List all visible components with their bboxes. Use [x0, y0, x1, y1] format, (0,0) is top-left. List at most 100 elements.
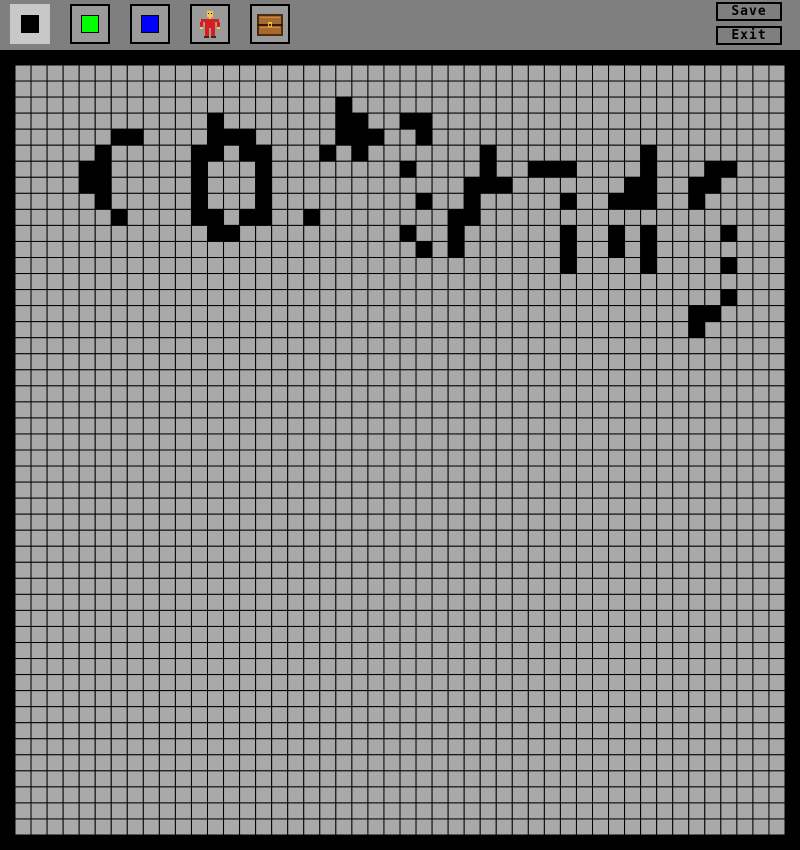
grid-cell[interactable]	[190, 80, 208, 98]
grid-cell[interactable]	[656, 257, 674, 275]
grid-cell[interactable]	[672, 465, 690, 483]
grid-cell[interactable]	[78, 273, 96, 291]
grid-cell[interactable]	[319, 674, 337, 692]
grid-cell-filled[interactable]	[640, 192, 658, 210]
grid-cell[interactable]	[447, 481, 465, 499]
grid-cell[interactable]	[142, 706, 160, 724]
grid-cell[interactable]	[752, 658, 770, 676]
grid-cell[interactable]	[704, 577, 722, 595]
grid-cell[interactable]	[110, 625, 128, 644]
grid-cell[interactable]	[303, 593, 321, 611]
grid-cell[interactable]	[704, 722, 722, 740]
grid-cell[interactable]	[319, 465, 337, 483]
grid-cell[interactable]	[624, 593, 642, 611]
grid-cell[interactable]	[174, 449, 192, 467]
grid-cell[interactable]	[190, 65, 208, 82]
grid-cell-filled[interactable]	[255, 144, 273, 162]
grid-cell[interactable]	[399, 353, 417, 371]
grid-cell[interactable]	[142, 481, 160, 499]
grid-cell[interactable]	[399, 401, 417, 419]
grid-cell[interactable]	[287, 577, 305, 595]
grid-cell[interactable]	[271, 690, 289, 708]
grid-cell[interactable]	[207, 337, 225, 355]
grid-cell[interactable]	[239, 802, 257, 820]
grid-cell[interactable]	[431, 112, 449, 130]
grid-cell[interactable]	[46, 561, 64, 579]
grid-cell[interactable]	[142, 802, 160, 820]
grid-cell[interactable]	[30, 257, 48, 275]
grid-cell[interactable]	[688, 497, 706, 515]
grid-cell[interactable]	[303, 802, 321, 820]
grid-cell[interactable]	[239, 337, 257, 355]
grid-cell[interactable]	[223, 818, 241, 835]
grid-cell[interactable]	[271, 337, 289, 355]
grid-cell[interactable]	[511, 642, 529, 660]
grid-cell[interactable]	[142, 144, 160, 162]
grid-cell[interactable]	[704, 192, 722, 210]
grid-cell[interactable]	[575, 401, 594, 419]
grid-cell[interactable]	[319, 593, 337, 611]
grid-cell[interactable]	[78, 642, 96, 660]
grid-cell[interactable]	[431, 625, 449, 644]
grid-cell[interactable]	[126, 257, 144, 275]
grid-cell-filled[interactable]	[720, 257, 738, 275]
grid-cell[interactable]	[752, 609, 770, 627]
grid-cell[interactable]	[287, 513, 305, 531]
grid-cell[interactable]	[287, 754, 305, 772]
grid-cell[interactable]	[752, 417, 770, 435]
grid-cell[interactable]	[255, 321, 273, 339]
grid-cell[interactable]	[239, 176, 257, 194]
grid-cell[interactable]	[543, 722, 561, 740]
grid-cell[interactable]	[110, 497, 128, 515]
grid-cell[interactable]	[46, 80, 64, 98]
grid-cell[interactable]	[511, 353, 529, 371]
grid-cell[interactable]	[399, 240, 417, 258]
grid-cell[interactable]	[190, 625, 208, 644]
grid-cell[interactable]	[640, 337, 658, 355]
grid-cell[interactable]	[415, 738, 433, 756]
grid-cell-filled[interactable]	[239, 128, 257, 146]
grid-cell[interactable]	[174, 642, 192, 660]
grid-cell[interactable]	[287, 257, 305, 275]
grid-cell[interactable]	[190, 706, 208, 724]
grid-cell[interactable]	[559, 96, 577, 114]
grid-cell[interactable]	[479, 674, 497, 692]
grid-cell[interactable]	[351, 481, 369, 499]
grid-cell[interactable]	[367, 513, 385, 531]
grid-cell[interactable]	[142, 160, 160, 178]
grid-cell[interactable]	[720, 80, 738, 98]
grid-cell[interactable]	[15, 690, 32, 708]
grid-cell[interactable]	[174, 128, 192, 146]
grid-cell[interactable]	[431, 690, 449, 708]
grid-cell[interactable]	[271, 257, 289, 275]
grid-cell[interactable]	[223, 401, 241, 419]
grid-cell[interactable]	[447, 433, 465, 451]
grid-cell[interactable]	[592, 289, 610, 307]
grid-cell[interactable]	[239, 65, 257, 82]
grid-cell[interactable]	[479, 658, 497, 676]
grid-cell[interactable]	[511, 545, 529, 563]
grid-cell[interactable]	[559, 305, 577, 323]
grid-cell[interactable]	[608, 513, 626, 531]
grid-cell[interactable]	[303, 112, 321, 130]
grid-cell[interactable]	[415, 208, 433, 226]
grid-cell[interactable]	[190, 609, 208, 627]
grid-cell[interactable]	[46, 417, 64, 435]
grid-cell[interactable]	[319, 305, 337, 323]
grid-cell[interactable]	[78, 593, 96, 611]
grid-cell-filled[interactable]	[688, 176, 706, 194]
grid-cell[interactable]	[575, 80, 594, 98]
grid-cell[interactable]	[527, 289, 545, 307]
grid-cell[interactable]	[672, 160, 690, 178]
grid-cell[interactable]	[592, 192, 610, 210]
grid-cell[interactable]	[768, 706, 785, 724]
grid-cell[interactable]	[768, 754, 785, 772]
grid-cell[interactable]	[415, 722, 433, 740]
grid-cell[interactable]	[351, 321, 369, 339]
grid-cell[interactable]	[720, 481, 738, 499]
grid-cell[interactable]	[367, 80, 385, 98]
grid-cell[interactable]	[110, 80, 128, 98]
grid-cell[interactable]	[672, 337, 690, 355]
grid-cell[interactable]	[15, 818, 32, 835]
grid-cell[interactable]	[383, 786, 401, 804]
